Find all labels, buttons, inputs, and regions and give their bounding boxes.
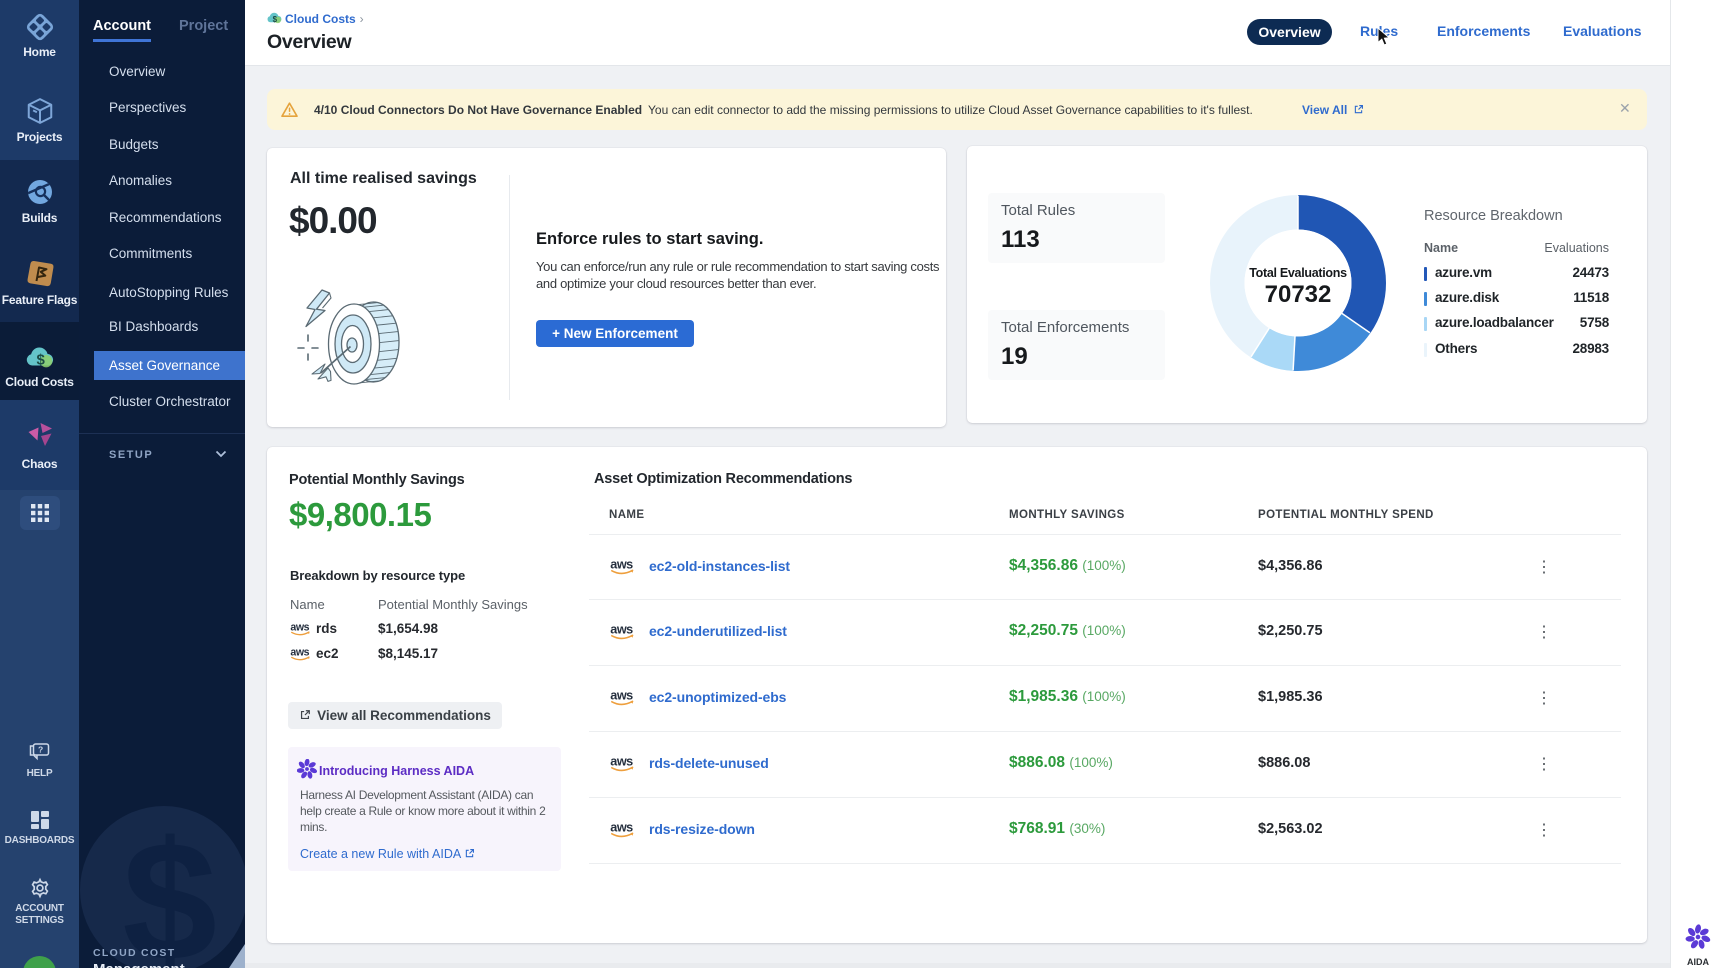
svg-text:$: $ — [273, 15, 278, 24]
svg-text:?: ? — [38, 745, 43, 755]
svg-text:$: $ — [36, 352, 45, 369]
